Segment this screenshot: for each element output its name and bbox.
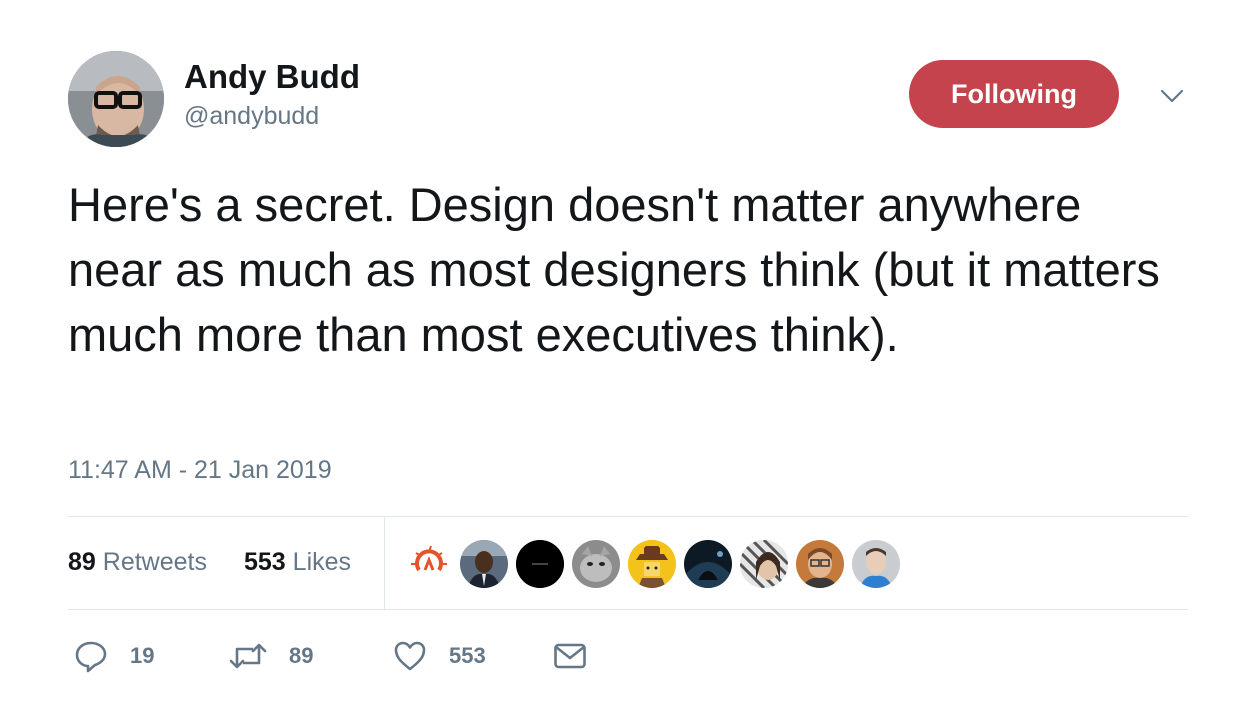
- liker-avatar[interactable]: [572, 540, 620, 588]
- liker-avatar[interactable]: [740, 540, 788, 588]
- like-button[interactable]: 553: [393, 636, 486, 676]
- retweets-count: 89: [68, 548, 96, 576]
- liker-avatar[interactable]: [628, 540, 676, 588]
- direct-message-button[interactable]: [553, 636, 587, 676]
- liker-avatar[interactable]: [684, 540, 732, 588]
- divider: [384, 517, 385, 609]
- author-handle[interactable]: @andybudd: [184, 102, 319, 131]
- retweets-stat[interactable]: 89 Retweets: [68, 548, 207, 577]
- tweet-timestamp[interactable]: 11:47 AM - 21 Jan 2019: [68, 456, 332, 485]
- author-name[interactable]: Andy Budd: [184, 58, 360, 96]
- divider: [68, 516, 1188, 517]
- likes-label: Likes: [292, 548, 352, 576]
- reply-icon: [74, 639, 108, 673]
- liker-avatar[interactable]: [460, 540, 508, 588]
- retweet-count: 89: [289, 643, 314, 668]
- likes-count: 553: [244, 548, 286, 576]
- retweet-button[interactable]: 89: [229, 636, 313, 676]
- retweet-icon: [229, 639, 267, 673]
- retweets-label: Retweets: [102, 548, 207, 576]
- reply-count: 19: [130, 643, 155, 668]
- following-button[interactable]: Following: [909, 60, 1119, 128]
- like-count: 553: [449, 643, 486, 668]
- liker-avatar[interactable]: [405, 540, 453, 588]
- heart-icon: [393, 639, 427, 673]
- divider: [68, 609, 1188, 610]
- tweet-card: Andy Budd @andybudd Following Here's a s…: [0, 0, 1258, 716]
- envelope-icon: [553, 641, 587, 671]
- liker-avatar[interactable]: [796, 540, 844, 588]
- author-avatar[interactable]: [68, 51, 164, 147]
- reply-button[interactable]: 19: [74, 636, 154, 676]
- tweet-text: Here's a secret. Design doesn't matter a…: [68, 178, 1160, 361]
- likes-stat[interactable]: 553 Likes: [244, 548, 351, 577]
- chevron-down-icon[interactable]: [1157, 84, 1187, 108]
- liker-avatar[interactable]: [852, 540, 900, 588]
- liker-avatar[interactable]: [516, 540, 564, 588]
